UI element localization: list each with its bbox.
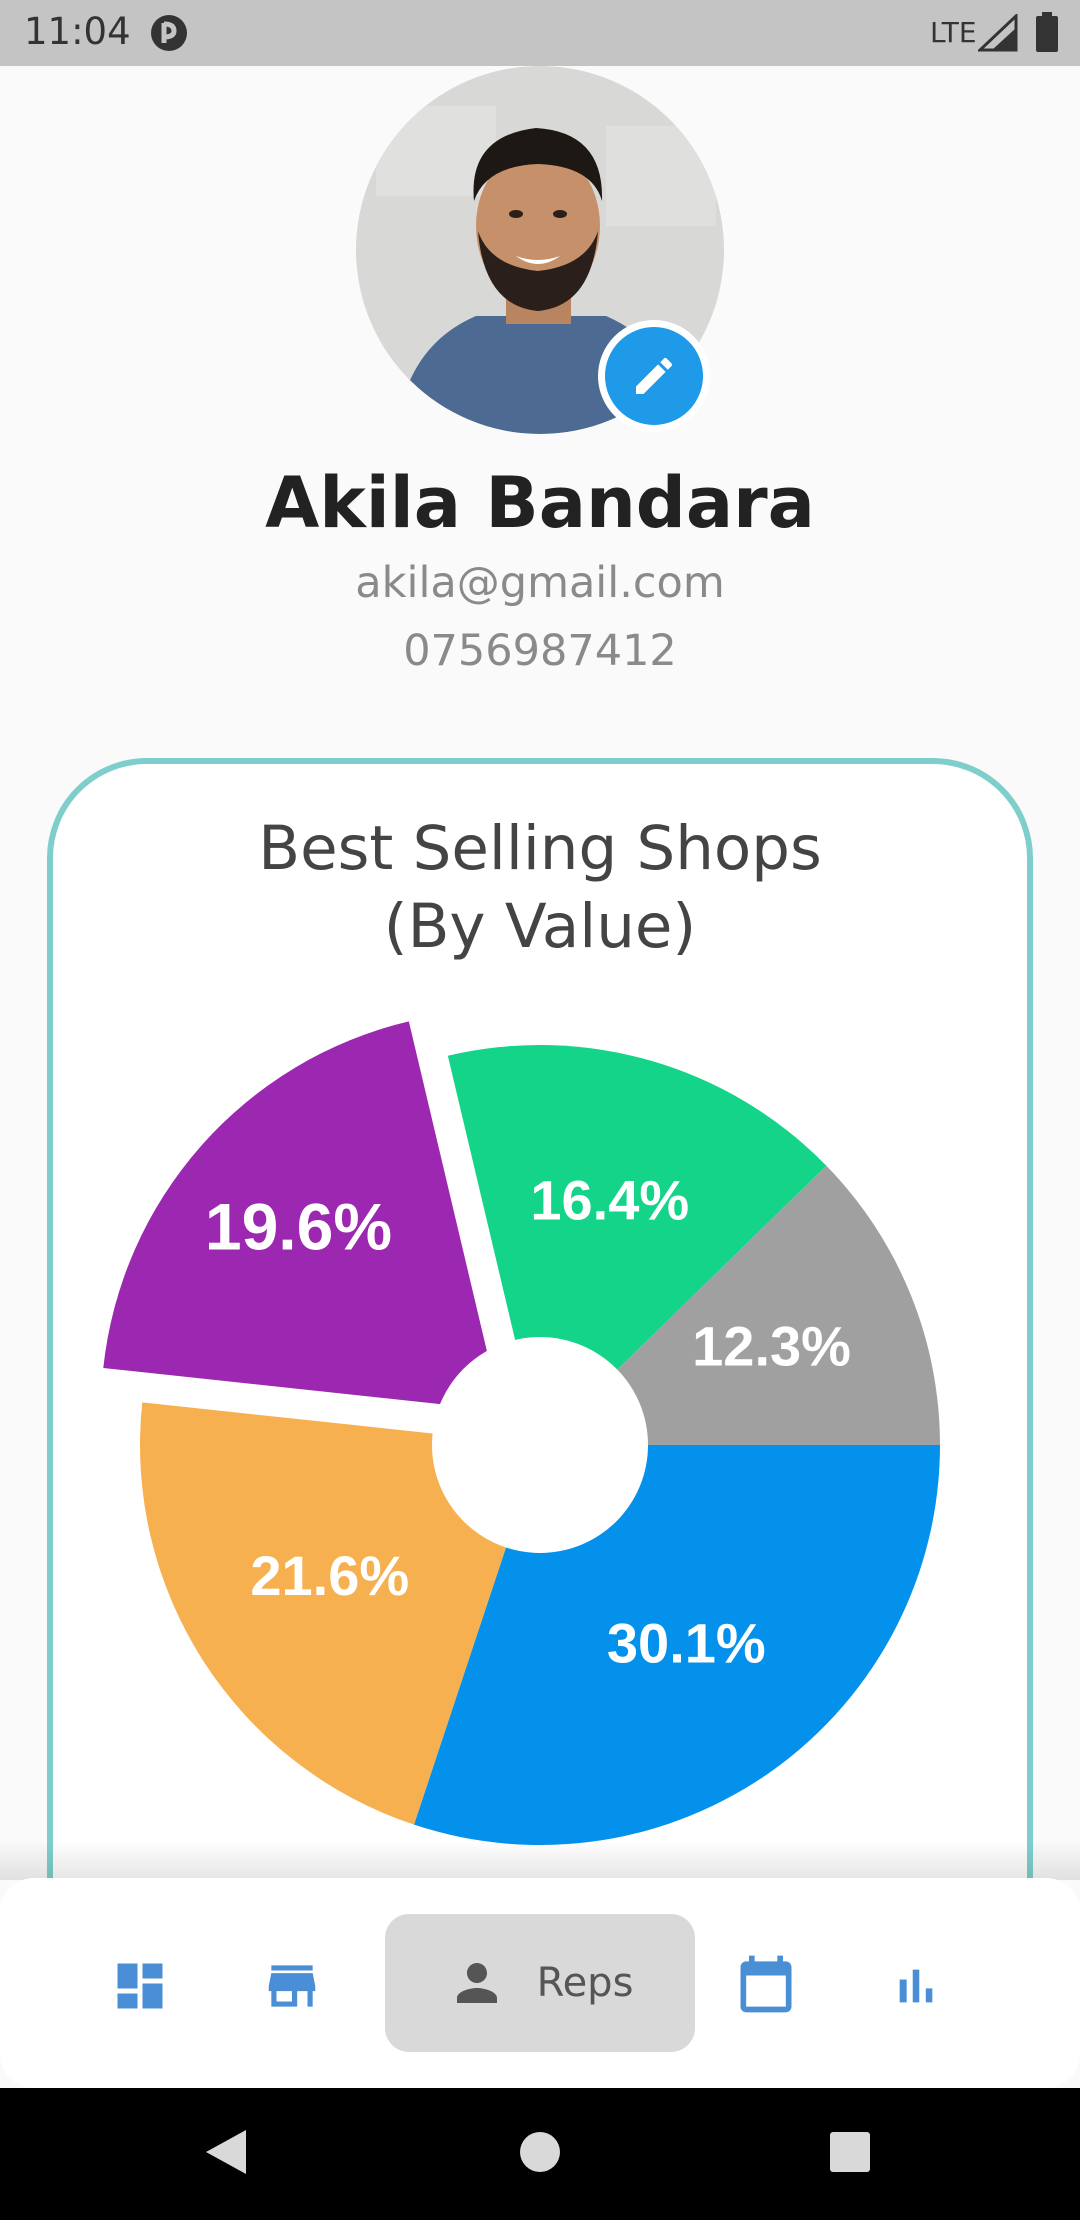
person-icon <box>456 1963 497 2003</box>
profile-phone: 0756987412 <box>403 626 677 676</box>
pencil-icon <box>636 357 673 394</box>
chart-title: Best Selling Shops (By Value) <box>0 810 1080 966</box>
nav-calendar[interactable] <box>730 1946 802 2022</box>
profile-avatar-container <box>356 66 724 434</box>
network-type: LTE <box>930 16 977 49</box>
battery-icon <box>1036 12 1058 52</box>
status-bar: 11:04 LTE <box>0 0 1080 66</box>
chart-title-line1: Best Selling Shops <box>258 813 822 884</box>
pie-slice-label: 19.6% <box>205 1189 392 1263</box>
signal-icon <box>978 14 1018 52</box>
dashboard-icon <box>117 1963 163 2009</box>
store-icon <box>268 1965 316 2007</box>
calendar-icon <box>740 1955 792 2013</box>
system-nav-bar <box>0 2088 1080 2220</box>
bar-chart-icon <box>899 1969 933 2003</box>
pie-slice-label: 12.3% <box>692 1315 851 1378</box>
nav-reps[interactable]: Reps <box>385 1914 695 2052</box>
pie-chart[interactable]: 30.1% 21.6% 19.6% 16.4% 12.3% <box>0 950 1080 1870</box>
recents-icon[interactable] <box>828 2130 872 2174</box>
nav-reports[interactable] <box>880 1950 952 2022</box>
profile-name: Akila Bandara <box>265 462 815 544</box>
profile-email: akila@gmail.com <box>355 558 725 608</box>
status-time: 11:04 <box>24 10 131 53</box>
nav-reps-label: Reps <box>536 1960 634 2006</box>
bottom-nav-shadow <box>0 1840 1080 1880</box>
edit-profile-button[interactable] <box>598 320 710 432</box>
app-notification-icon <box>151 15 187 51</box>
nav-dashboard[interactable] <box>104 1950 176 2022</box>
pie-slice-label: 21.6% <box>250 1544 409 1607</box>
back-icon[interactable] <box>204 2128 248 2176</box>
pie-slice-label: 16.4% <box>530 1169 689 1232</box>
nav-shops[interactable] <box>256 1950 328 2022</box>
home-icon[interactable] <box>518 2130 562 2174</box>
pie-slice-label: 30.1% <box>607 1612 766 1675</box>
pie-center-hole <box>432 1337 648 1553</box>
